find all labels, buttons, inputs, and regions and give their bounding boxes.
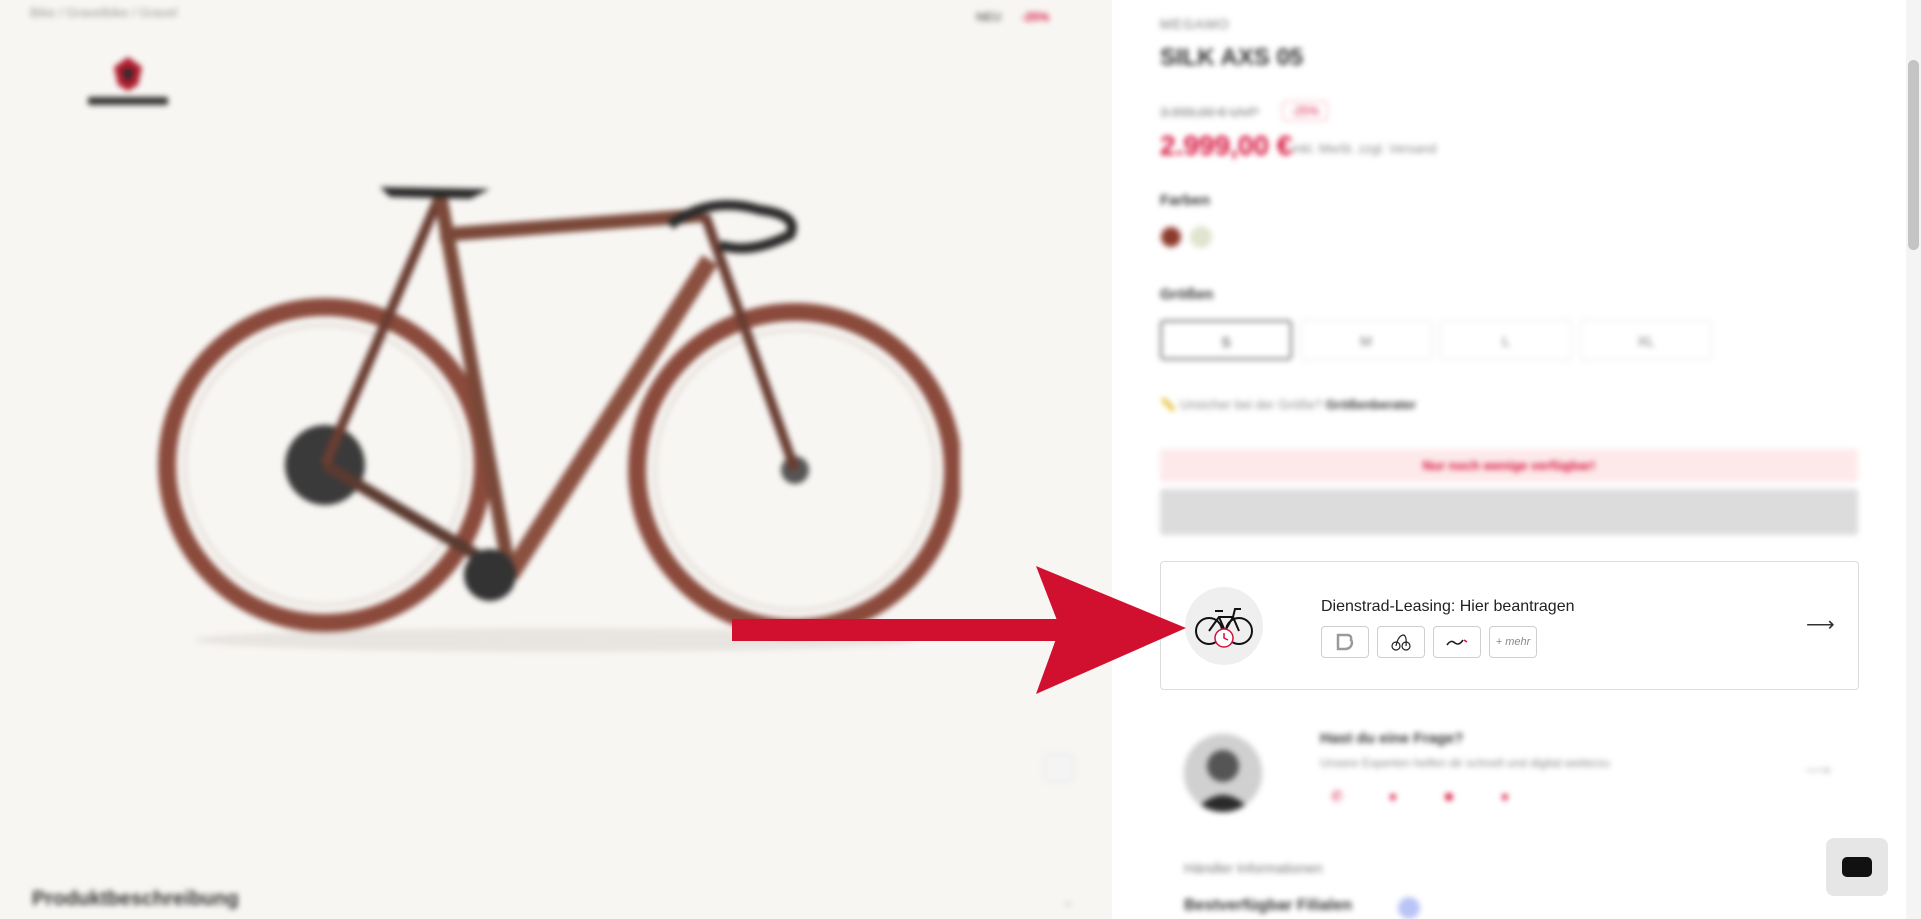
- contact-card[interactable]: Hast du eine Frage? Unsere Experten helf…: [1160, 712, 1859, 842]
- mail-icon[interactable]: ●: [1488, 782, 1522, 810]
- product-title: SILK AXS 05: [1160, 44, 1304, 71]
- size-label: Größen: [1160, 286, 1214, 303]
- chevron-down-icon[interactable]: ⌄: [1062, 893, 1074, 910]
- scrollbar[interactable]: [1906, 0, 1921, 919]
- video-icon[interactable]: ■: [1432, 782, 1466, 810]
- more-providers-button[interactable]: + mehr: [1489, 626, 1537, 658]
- breadcrumb[interactable]: Bike / Gravelbike / Gravel: [30, 5, 177, 20]
- availability-label[interactable]: Bestverfügbar Filialen: [1184, 897, 1352, 915]
- dealer-info-label[interactable]: Händler Informationen: [1184, 860, 1323, 876]
- contact-subtitle: Unsere Experten helfen dir schnell und d…: [1320, 756, 1610, 770]
- description-heading[interactable]: Produktbeschreibung: [32, 888, 239, 911]
- arrow-right-icon[interactable]: ⟶: [1805, 760, 1831, 781]
- product-gallery: Bike / Gravelbike / Gravel NEU -25% Prod…: [0, 0, 1112, 919]
- leasing-title[interactable]: Dienstrad-Leasing: Hier beantragen: [1321, 598, 1574, 616]
- size-option-m[interactable]: M: [1300, 320, 1432, 360]
- vat-note: inkl. MwSt. zzgl. Versand: [1292, 141, 1437, 156]
- contact-title: Hast du eine Frage?: [1320, 730, 1464, 747]
- color-label: Farben: [1160, 192, 1211, 209]
- ruler-icon: 📏: [1160, 397, 1177, 412]
- stock-notice: Nur noch wenige verfügbar!: [1160, 449, 1858, 482]
- chat-icon[interactable]: ●: [1376, 782, 1410, 810]
- info-icon[interactable]: [1398, 897, 1420, 919]
- add-to-cart-button[interactable]: [1160, 489, 1858, 535]
- size-hint-text: Unsicher bei der Größe?: [1179, 397, 1323, 412]
- sale-price: 2.999,00 €: [1160, 130, 1293, 161]
- size-advisor-link[interactable]: Größenberater: [1326, 397, 1416, 412]
- jobrad-icon: [1377, 626, 1425, 658]
- phone-icon[interactable]: ✆: [1320, 782, 1354, 810]
- bike-image[interactable]: [150, 175, 960, 665]
- arrow-right-icon[interactable]: ⟶: [1806, 612, 1835, 637]
- chat-bubble-icon: [1842, 857, 1872, 877]
- leasing-card[interactable]: Dienstrad-Leasing: Hier beantragen + meh…: [1160, 561, 1859, 690]
- product-panel: MEGAMO SILK AXS 05 3.999,00 € UVP -25% 2…: [1112, 0, 1921, 919]
- eurorad-icon: [1433, 626, 1481, 658]
- brand-logo-icon: [88, 57, 168, 105]
- bikeleasing-icon: [1321, 626, 1369, 658]
- advisor-avatar: [1184, 734, 1262, 812]
- scrollbar-thumb[interactable]: [1908, 60, 1919, 250]
- product-brand[interactable]: MEGAMO: [1160, 16, 1230, 32]
- discount-badge: -25%: [1282, 101, 1329, 121]
- color-swatch-brown[interactable]: [1160, 226, 1182, 248]
- new-badge: NEU: [976, 10, 1002, 24]
- chat-widget-button[interactable]: [1826, 838, 1888, 896]
- size-option-s[interactable]: S: [1160, 320, 1292, 360]
- old-price: 3.999,00 € UVP: [1160, 104, 1259, 120]
- zoom-button[interactable]: [1044, 754, 1074, 782]
- size-option-xl[interactable]: XL: [1580, 320, 1712, 360]
- size-hint: 📏 Unsicher bei der Größe? Größenberater: [1160, 397, 1416, 413]
- bike-leasing-icon: [1185, 587, 1263, 665]
- color-swatch-sage[interactable]: [1190, 226, 1212, 248]
- sale-badge: -25%: [1021, 10, 1050, 24]
- size-option-l[interactable]: L: [1440, 320, 1572, 360]
- gallery-badges: NEU -25%: [976, 10, 1049, 24]
